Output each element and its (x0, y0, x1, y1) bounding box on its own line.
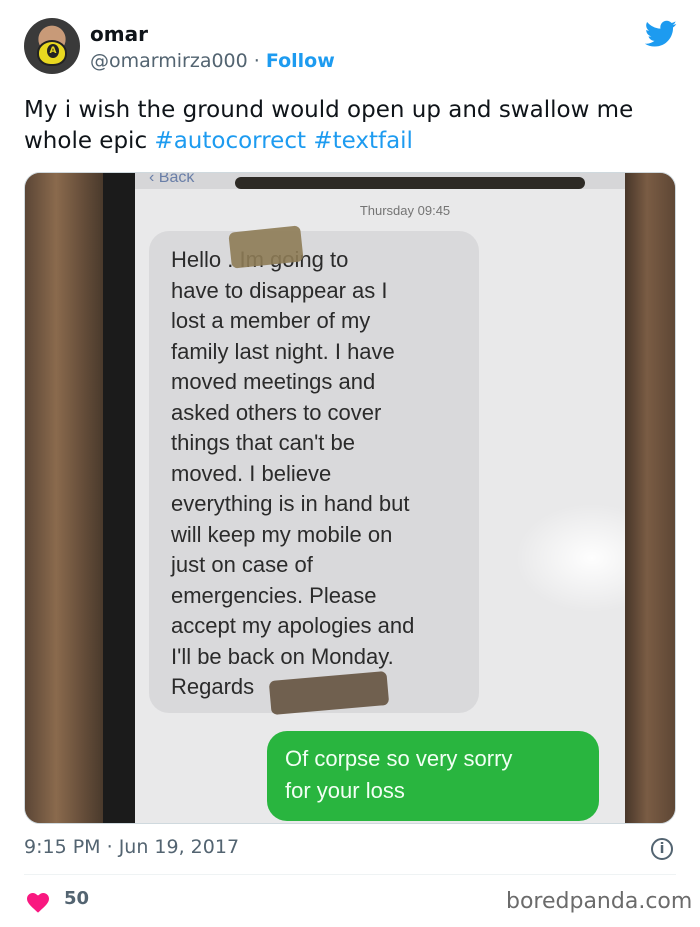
twitter-bird-icon[interactable] (645, 20, 677, 48)
author-handle-line: @omarmirza000 · Follow (90, 50, 335, 72)
gas-mask-graphic: A (37, 40, 67, 66)
incoming-message-text: Hello . Im going to have to disappear as… (171, 247, 415, 699)
wood-background-left (25, 173, 103, 823)
message-timestamp: Thursday 09:45 (359, 203, 451, 218)
hashtag-autocorrect[interactable]: #autocorrect (154, 128, 306, 154)
screen-glare (515, 503, 625, 613)
heart-icon[interactable] (26, 891, 50, 913)
author-handle[interactable]: @omarmirza000 (90, 50, 248, 72)
tweet-photo[interactable]: ‹ Back Thursday 09:45 Hello . Im going t… (24, 172, 676, 824)
incoming-message-bubble: Hello . Im going to have to disappear as… (149, 231, 479, 713)
author-name[interactable]: omar (90, 22, 148, 46)
outgoing-message-text: Of corpse so very sorry for your loss (285, 746, 513, 803)
tweet-text: My i wish the ground would open up and s… (24, 95, 674, 157)
divider (24, 874, 676, 875)
hashtag-textfail[interactable]: #textfail (313, 128, 413, 154)
back-label: ‹ Back (149, 172, 195, 186)
like-count: 50 (64, 888, 90, 909)
info-icon[interactable]: i (651, 838, 673, 860)
handle-separator: · (253, 50, 260, 72)
mask-letter: A (47, 44, 59, 58)
avatar[interactable]: A (24, 18, 80, 74)
wood-background-right (619, 173, 675, 823)
watermark: boredpanda.com (506, 889, 693, 914)
redaction-tape-name (228, 225, 304, 269)
follow-button[interactable]: Follow (266, 50, 335, 72)
tweet-timestamp[interactable]: 9:15 PM · Jun 19, 2017 (24, 836, 239, 858)
outgoing-message-bubble: Of corpse so very sorry for your loss (267, 731, 599, 821)
redacted-contact-name (235, 177, 585, 189)
